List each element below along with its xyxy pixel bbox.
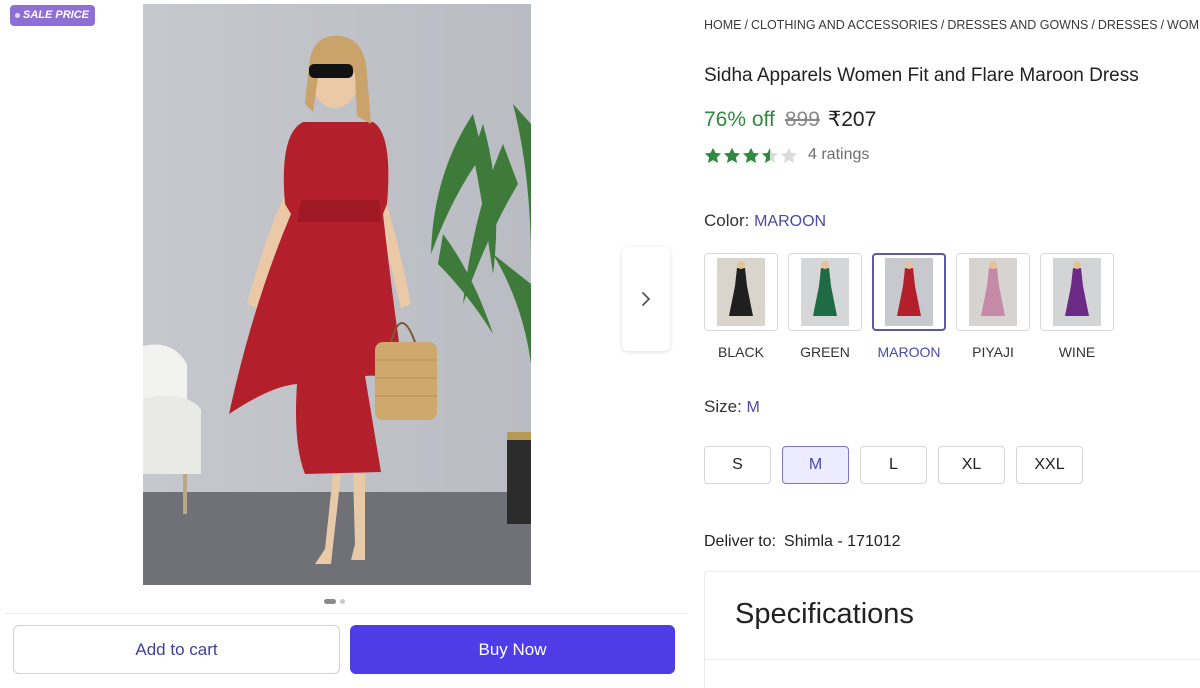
size-option-s[interactable]: S <box>704 446 771 484</box>
breadcrumb-womens[interactable]: WOMEN'S <box>1167 18 1200 32</box>
original-price: 899 <box>784 108 820 131</box>
buy-now-button[interactable]: Buy Now <box>350 625 675 674</box>
size-option-xl[interactable]: XL <box>938 446 1005 484</box>
color-option-label: GREEN <box>800 344 850 360</box>
color-option-label: BLACK <box>718 344 764 360</box>
color-options: BLACK GREEN MAROON PIYAJI WINE <box>704 253 1114 360</box>
color-option-label: WINE <box>1058 344 1096 360</box>
price-row: 76% off 899 ₹207 <box>704 107 876 132</box>
star-half-icon <box>761 147 779 163</box>
size-option-xxl[interactable]: XXL <box>1016 446 1083 484</box>
product-image[interactable] <box>143 4 531 585</box>
chevron-right-icon <box>642 292 650 306</box>
sale-price-badge: SALE PRICE <box>10 5 96 26</box>
product-gallery: SALE PRICE Add to cart Buy Now <box>0 0 688 688</box>
breadcrumb-dresses[interactable]: DRESSES <box>1098 18 1158 32</box>
color-option-wine[interactable]: WINE <box>1040 253 1114 360</box>
color-thumbnail <box>704 253 778 331</box>
color-option-black[interactable]: BLACK <box>704 253 778 360</box>
selected-color: MAROON <box>754 213 827 230</box>
size-option-m[interactable]: M <box>782 446 849 484</box>
badge-dot-icon <box>15 13 20 18</box>
size-label: Size: M <box>704 397 760 416</box>
size-options: S M L XL XXL <box>704 446 1083 484</box>
image-pagination-dots <box>324 599 345 604</box>
specifications-card: Specifications <box>704 571 1200 688</box>
color-option-green[interactable]: GREEN <box>788 253 862 360</box>
color-thumbnail <box>1040 253 1114 331</box>
pagination-dot-active[interactable] <box>324 599 336 604</box>
add-to-cart-button[interactable]: Add to cart <box>13 625 340 674</box>
color-option-piyaji[interactable]: PIYAJI <box>956 253 1030 360</box>
size-option-l[interactable]: L <box>860 446 927 484</box>
color-thumbnail <box>872 253 946 331</box>
delivery-label: Deliver to: <box>704 533 777 550</box>
breadcrumb-home[interactable]: HOME <box>704 18 742 32</box>
product-photo-illustration <box>143 4 531 585</box>
pagination-dot[interactable] <box>340 599 345 604</box>
next-image-button[interactable] <box>622 247 670 351</box>
divider <box>705 659 1200 660</box>
color-option-label: MAROON <box>877 344 941 360</box>
ratings-count: 4 ratings <box>808 146 870 163</box>
sale-price-label: SALE PRICE <box>23 9 90 21</box>
discount-percent: 76% off <box>704 108 775 131</box>
star-full-icon <box>742 147 760 163</box>
color-thumbnail <box>956 253 1030 331</box>
delivery-location: Shimla - 171012 <box>784 533 901 550</box>
breadcrumb-dresses-and-gowns[interactable]: DRESSES AND GOWNS <box>947 18 1088 32</box>
breadcrumb-clothing[interactable]: CLOTHING AND ACCESSORIES <box>751 18 938 32</box>
sale-price: ₹207 <box>827 108 877 131</box>
product-details: HOME / CLOTHING AND ACCESSORIES / DRESSES AN… <box>704 0 1200 688</box>
star-full-icon <box>723 147 741 163</box>
action-bar: Add to cart Buy Now <box>5 613 687 688</box>
star-empty-icon <box>780 147 798 163</box>
color-label: Color: MAROON <box>704 211 827 230</box>
color-thumbnail <box>788 253 862 331</box>
rating-row[interactable]: 4 ratings <box>704 146 869 164</box>
color-option-maroon[interactable]: MAROON <box>872 253 946 360</box>
selected-size: M <box>746 399 760 416</box>
star-full-icon <box>704 147 722 163</box>
color-option-label: PIYAJI <box>972 344 1014 360</box>
breadcrumb: HOME / CLOTHING AND ACCESSORIES / DRESSES AN… <box>704 18 1200 32</box>
star-rating <box>704 147 798 164</box>
delivery-info[interactable]: Deliver to: Shimla - 171012 <box>704 533 901 551</box>
product-title: Sidha Apparels Women Fit and Flare Maroo… <box>704 65 1139 86</box>
specifications-title: Specifications <box>735 598 914 630</box>
